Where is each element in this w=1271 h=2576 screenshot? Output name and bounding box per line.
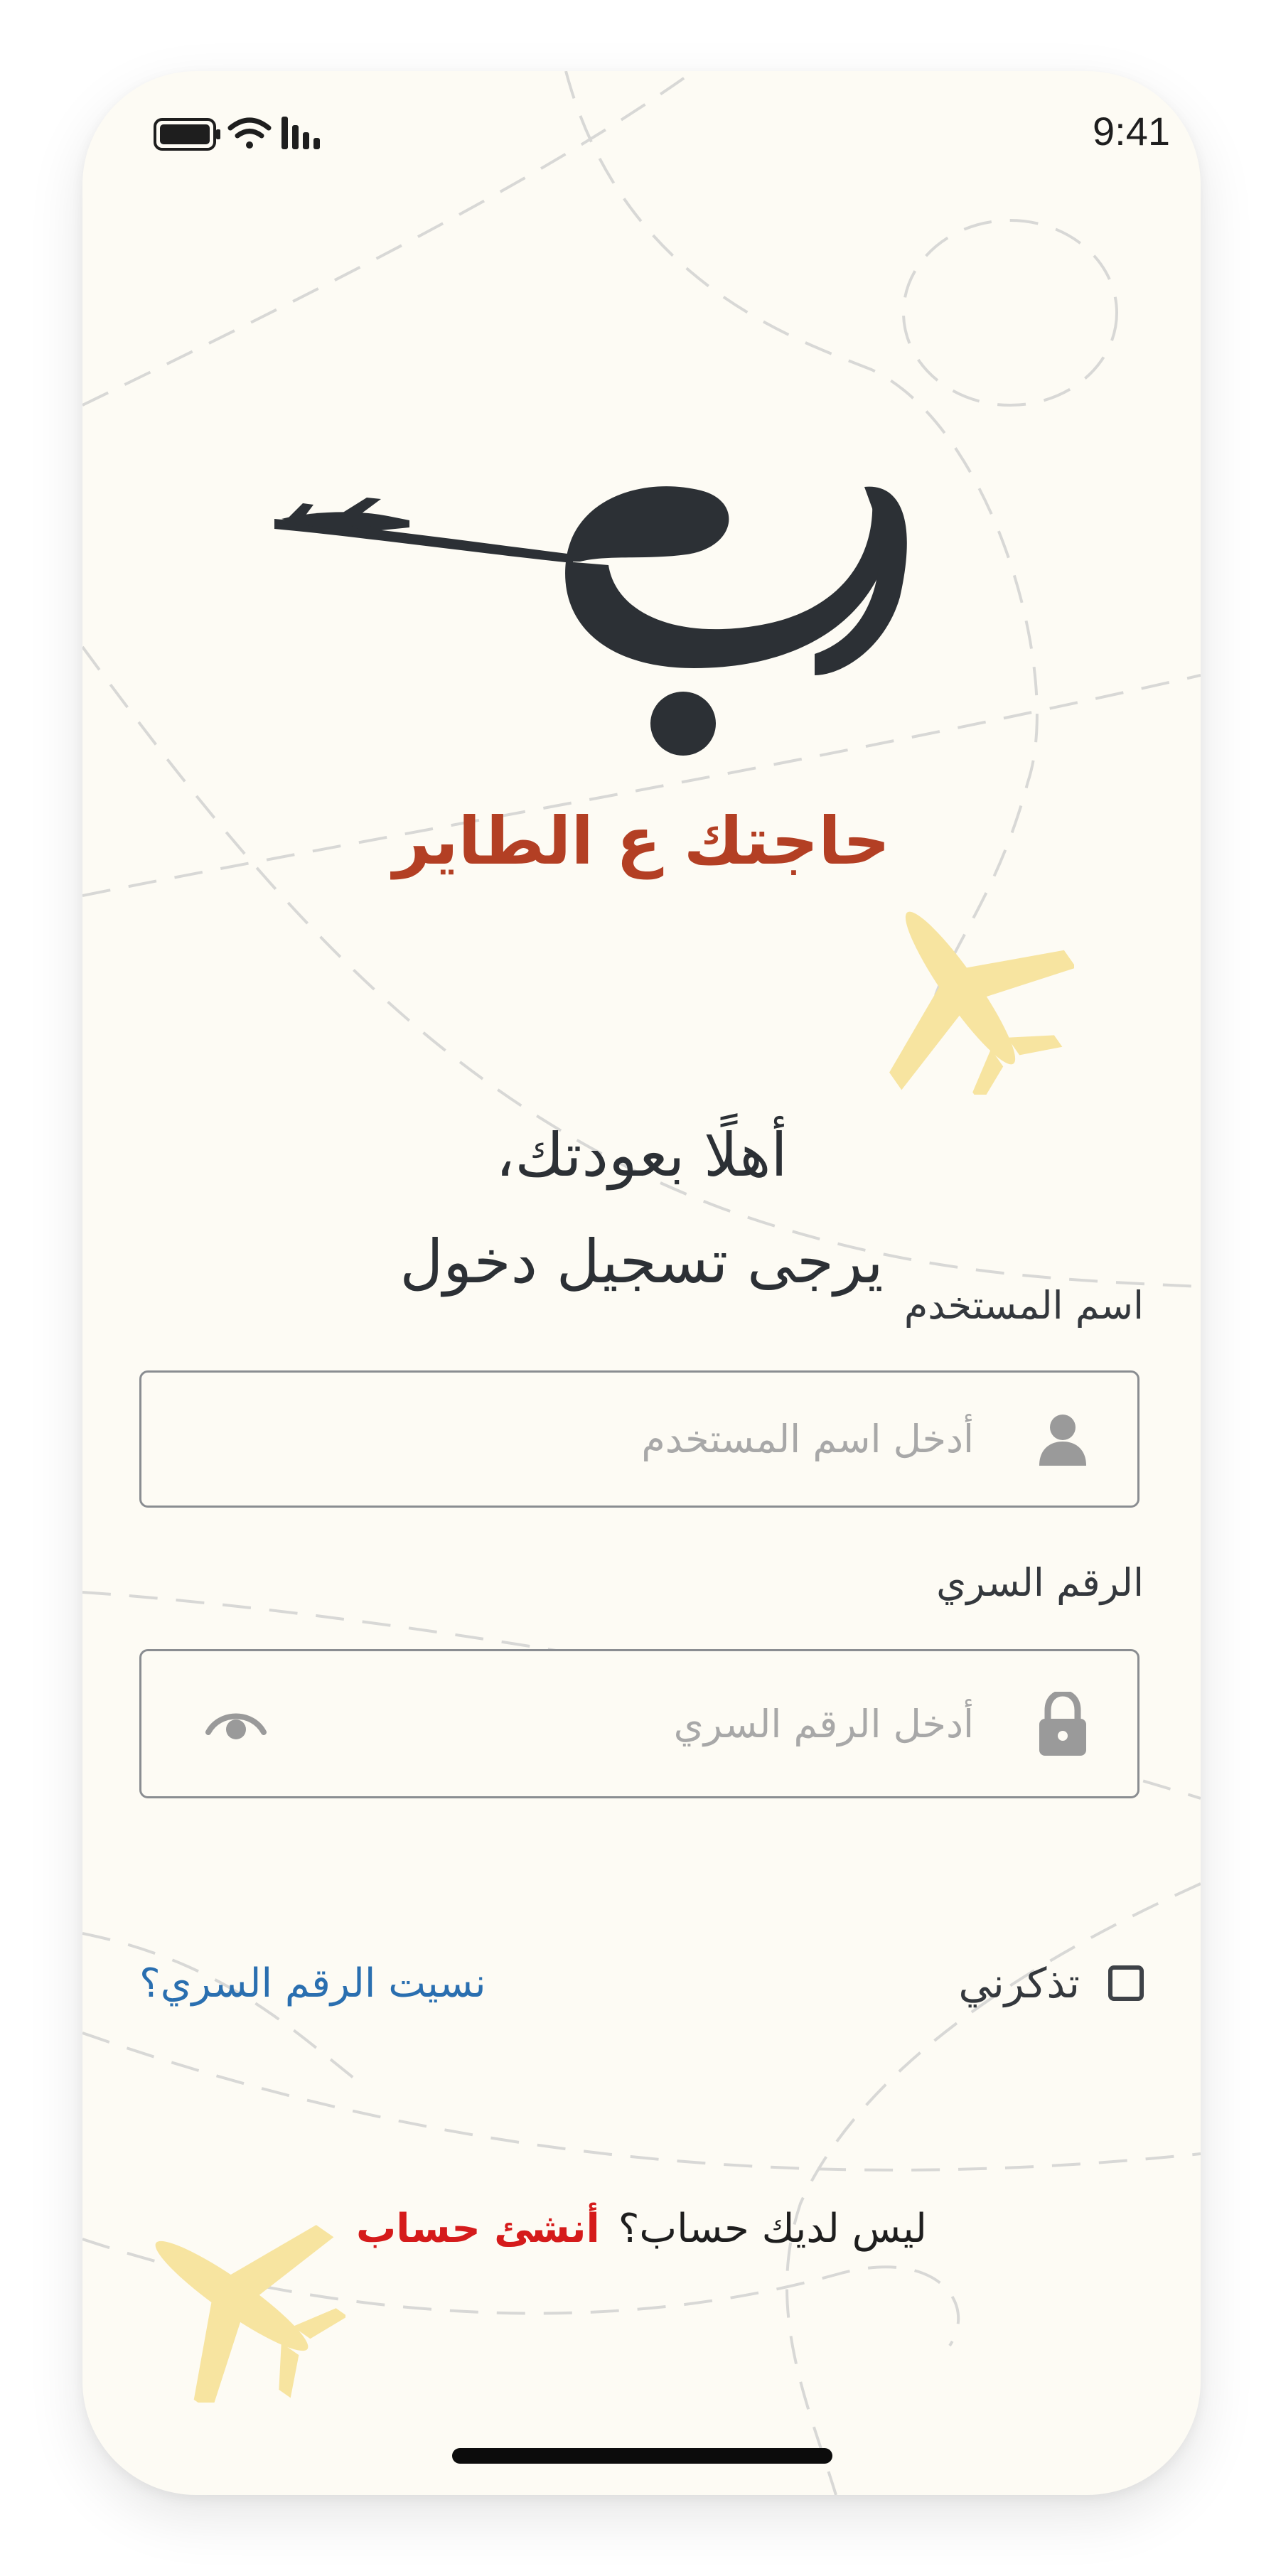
home-indicator[interactable] (452, 2448, 832, 2464)
status-bar: 9:41 (82, 71, 1201, 213)
user-icon (1039, 1414, 1086, 1466)
brand-tagline: حاجتك ع الطاير (392, 803, 891, 879)
signup-question: ليس لديك حساب؟ (618, 2205, 927, 2252)
forgot-password-link[interactable]: نسيت الرقم السري؟ (139, 1948, 486, 2019)
airplane-decoration-right (889, 911, 1074, 1095)
username-label: اسم المستخدم (903, 1283, 1144, 1328)
welcome-line-1: أهلًا بعودتك، (495, 1120, 788, 1190)
wifi-icon (227, 117, 272, 149)
signal-icon (281, 117, 320, 149)
battery-icon (154, 118, 220, 151)
password-field[interactable]: أدخل الرقم السري (139, 1649, 1139, 1798)
username-field[interactable]: أدخل اسم المستخدم (139, 1370, 1139, 1508)
password-label: الرقم السري (936, 1560, 1144, 1605)
eye-icon[interactable] (205, 1705, 267, 1742)
remember-me[interactable]: تذكرني (958, 1948, 1144, 2019)
status-icons (154, 117, 320, 151)
signup-row: ليس لديك حساب؟ أنشئ حساب (82, 2193, 1201, 2264)
remember-checkbox[interactable] (1108, 1965, 1144, 2001)
password-placeholder: أدخل الرقم السري (673, 1701, 974, 1746)
remember-label: تذكرني (958, 1959, 1080, 2007)
username-placeholder: أدخل اسم المستخدم (641, 1417, 974, 1461)
brand-logo (274, 486, 907, 756)
lock-icon (1039, 1692, 1086, 1756)
phone-screen: 9:41 حاجتك ع الطاير أهلًا بعودتك، يرجى ت… (82, 71, 1201, 2495)
status-time: 9:41 (1093, 109, 1170, 154)
signup-link[interactable]: أنشئ حساب (356, 2206, 600, 2252)
